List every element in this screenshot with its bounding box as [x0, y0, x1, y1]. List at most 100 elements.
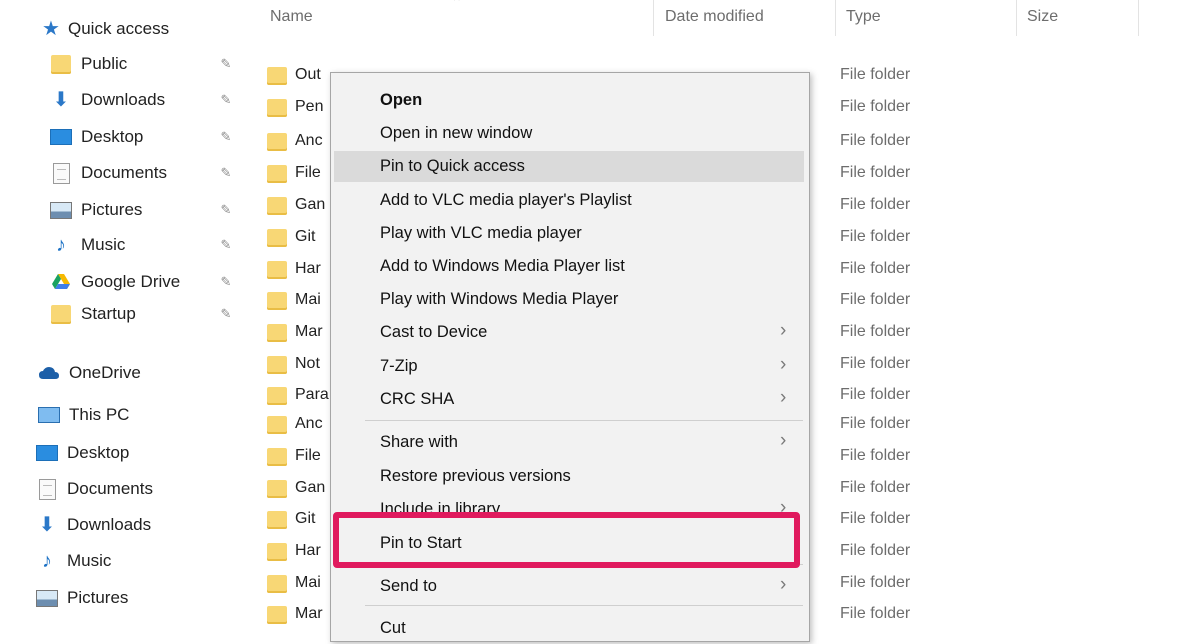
pin-icon[interactable]: ✎ — [218, 200, 234, 220]
menu-separator — [365, 420, 803, 421]
file-type: File folder — [840, 542, 911, 559]
nav-label: Music — [81, 235, 126, 254]
nav-item-public[interactable]: Public — [50, 49, 127, 79]
desktop-icon — [50, 126, 72, 148]
menu-item-label: Open — [380, 91, 423, 109]
file-name: Git — [295, 510, 316, 527]
menu-item-wmp-list[interactable]: Add to Windows Media Player list — [334, 251, 804, 282]
column-divider[interactable] — [835, 0, 836, 36]
file-type: File folder — [840, 479, 911, 496]
navigation-pane: ★ Quick access Public ✎ ⬇ Downloads ✎ De… — [0, 0, 245, 628]
nav-this-pc[interactable]: This PC — [38, 400, 129, 430]
menu-item-cut[interactable]: Cut — [334, 613, 804, 644]
google-drive-icon — [50, 271, 72, 293]
file-type: File folder — [840, 228, 911, 245]
column-date-modified[interactable]: Date modified — [665, 8, 764, 26]
file-type: File folder — [840, 196, 911, 213]
menu-item-vlc-playlist[interactable]: Add to VLC media player's Playlist — [334, 185, 804, 216]
menu-item-open-new-window[interactable]: Open in new window — [334, 118, 804, 149]
pin-icon[interactable]: ✎ — [218, 163, 234, 183]
menu-item-label: Add to Windows Media Player list — [380, 257, 625, 275]
folder-icon — [267, 448, 287, 466]
folder-icon — [267, 261, 287, 279]
file-name: Gan — [295, 196, 326, 213]
nav-label: Music — [67, 551, 112, 570]
file-type: File folder — [840, 574, 911, 591]
chevron-right-icon: › — [780, 320, 787, 341]
column-divider[interactable] — [1016, 0, 1017, 36]
nav-label: Desktop — [81, 127, 144, 146]
file-type: File folder — [840, 605, 911, 622]
file-type: File folder — [840, 260, 911, 277]
file-type: File folder — [840, 132, 911, 149]
column-size[interactable]: Size — [1027, 8, 1058, 26]
nav-label: Downloads — [67, 515, 152, 534]
desktop-icon — [36, 442, 58, 464]
nav-onedrive[interactable]: OneDrive — [38, 358, 141, 388]
download-icon: ⬇ — [52, 89, 70, 111]
file-type: File folder — [840, 510, 911, 527]
nav-item-downloads[interactable]: ⬇ Downloads — [36, 510, 152, 540]
nav-label: Public — [81, 54, 128, 73]
menu-item-crc-sha[interactable]: CRC SHA › — [334, 384, 804, 415]
file-name: Anc — [295, 415, 323, 432]
menu-item-play-wmp[interactable]: Play with Windows Media Player — [334, 284, 804, 315]
menu-item-7zip[interactable]: 7-Zip › — [334, 351, 804, 382]
menu-item-label: Add to VLC media player's Playlist — [380, 191, 632, 209]
nav-label: Documents — [81, 163, 167, 182]
nav-item-downloads[interactable]: ⬇ Downloads — [50, 85, 166, 115]
pin-icon[interactable]: ✎ — [218, 90, 234, 110]
file-name: Mai — [295, 574, 321, 591]
file-type: File folder — [840, 291, 911, 308]
pin-icon[interactable]: ✎ — [218, 235, 234, 255]
nav-item-documents[interactable]: Documents — [36, 474, 153, 504]
nav-item-music[interactable]: ♪ Music — [50, 230, 125, 260]
menu-item-label: Cut — [380, 619, 406, 637]
column-divider[interactable] — [653, 0, 654, 36]
file-type: File folder — [840, 386, 911, 403]
nav-quick-access[interactable]: ★ Quick access — [40, 14, 169, 44]
file-name: Out — [295, 66, 321, 83]
pin-icon[interactable]: ✎ — [218, 127, 234, 147]
nav-item-google-drive[interactable]: Google Drive — [50, 267, 180, 297]
column-name[interactable]: Name — [270, 8, 313, 26]
menu-item-label: Restore previous versions — [380, 467, 571, 485]
nav-label: Pictures — [81, 200, 143, 219]
column-type[interactable]: Type — [846, 8, 881, 26]
nav-item-documents[interactable]: Documents — [50, 158, 167, 188]
menu-item-pin-quick-access[interactable]: Pin to Quick access — [334, 151, 804, 182]
nav-item-desktop[interactable]: Desktop — [36, 438, 129, 468]
file-type: File folder — [840, 98, 911, 115]
folder-icon — [267, 387, 287, 405]
nav-item-startup[interactable]: Startup — [50, 299, 136, 329]
folder-icon — [267, 133, 287, 151]
nav-item-music[interactable]: ♪ Music — [36, 546, 111, 576]
file-name: Mai — [295, 291, 321, 308]
pin-icon[interactable]: ✎ — [218, 304, 234, 324]
documents-icon — [36, 478, 58, 500]
pictures-icon — [36, 587, 58, 609]
menu-item-open[interactable]: Open — [334, 85, 804, 116]
pin-icon[interactable]: ✎ — [218, 54, 234, 74]
pin-icon[interactable]: ✎ — [218, 272, 234, 292]
folder-icon — [267, 67, 287, 85]
menu-item-share-with[interactable]: Share with › — [334, 427, 804, 458]
column-divider[interactable] — [1138, 0, 1139, 36]
nav-label: Downloads — [81, 90, 166, 109]
file-name: Mar — [295, 323, 323, 340]
file-name: Har — [295, 542, 321, 559]
menu-item-cast-to-device[interactable]: Cast to Device › — [334, 317, 804, 348]
menu-item-play-vlc[interactable]: Play with VLC media player — [334, 218, 804, 249]
chevron-right-icon: › — [780, 387, 787, 408]
music-icon: ♪ — [42, 550, 52, 572]
folder-icon — [267, 575, 287, 593]
folder-icon — [267, 511, 287, 529]
cloud-icon — [38, 362, 60, 384]
nav-item-pictures[interactable]: Pictures — [36, 583, 128, 613]
nav-item-desktop[interactable]: Desktop — [50, 122, 143, 152]
nav-item-pictures[interactable]: Pictures — [50, 195, 142, 225]
file-name: Para — [295, 386, 329, 403]
menu-item-send-to[interactable]: Send to › — [334, 571, 804, 602]
menu-item-label: Play with VLC media player — [380, 224, 582, 242]
menu-item-restore-previous-versions[interactable]: Restore previous versions — [334, 461, 804, 492]
